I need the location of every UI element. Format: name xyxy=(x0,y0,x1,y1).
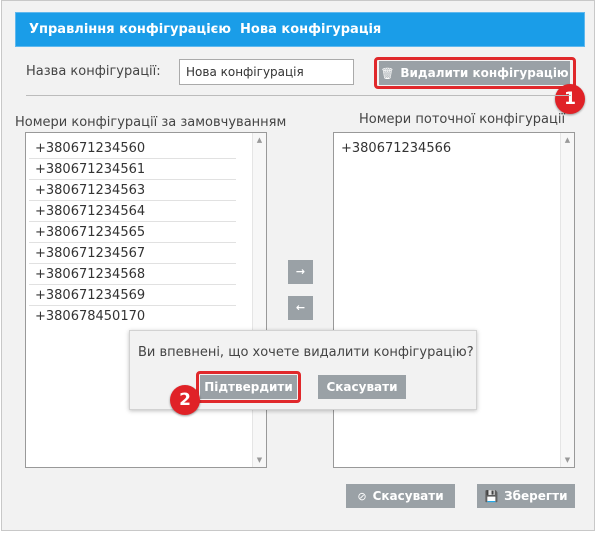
list-item[interactable]: +380671234568 xyxy=(29,264,236,285)
list-item[interactable]: +380671234565 xyxy=(29,222,236,243)
current-numbers-list[interactable]: +380671234566 ▲ ▼ xyxy=(333,132,575,468)
list-item[interactable]: +380671234560 xyxy=(29,138,236,159)
current-list-scrollbar[interactable]: ▲ ▼ xyxy=(560,133,574,467)
list-item[interactable]: +380678450170 xyxy=(29,306,236,327)
current-list-title: Номери поточної конфігурації xyxy=(359,112,566,127)
move-left-button[interactable]: ← xyxy=(288,296,313,320)
step-badge-2: 2 xyxy=(170,385,200,415)
cancel-circle-icon: ⊘ xyxy=(357,490,367,503)
scroll-up-icon[interactable]: ▲ xyxy=(561,136,574,144)
config-name-label: Назва конфігурації: xyxy=(26,64,161,79)
save-button[interactable]: 💾 Зберегти xyxy=(477,484,575,508)
save-label: Зберегти xyxy=(504,489,568,503)
dialog-message: Ви впевнені, що хочете видалити конфігур… xyxy=(138,345,474,360)
step-badge-1: 1 xyxy=(555,84,585,114)
config-name-input[interactable] xyxy=(179,59,354,85)
cancel-button[interactable]: ⊘ Скасувати xyxy=(346,484,455,508)
list-item[interactable]: +380671234566 xyxy=(335,138,542,159)
list-item[interactable]: +380671234561 xyxy=(29,159,236,180)
list-item[interactable]: +380671234569 xyxy=(29,285,236,306)
cancel-label: Скасувати xyxy=(372,489,444,503)
delete-highlight xyxy=(374,57,576,89)
default-list-title: Номери конфігурації за замовчуванням xyxy=(15,115,287,130)
default-list-scrollbar[interactable]: ▲ ▼ xyxy=(252,133,266,467)
floppy-disk-icon: 💾 xyxy=(484,490,499,503)
scroll-down-icon[interactable]: ▼ xyxy=(253,456,266,464)
list-item[interactable]: +380671234567 xyxy=(29,243,236,264)
confirm-highlight xyxy=(196,371,301,403)
divider xyxy=(26,95,571,96)
scroll-up-icon[interactable]: ▲ xyxy=(253,136,266,144)
panel-header: Управління конфігурацією Нова конфігурац… xyxy=(15,12,585,47)
list-item[interactable]: +380671234564 xyxy=(29,201,236,222)
dialog-cancel-button[interactable]: Скасувати xyxy=(318,375,406,399)
move-right-button[interactable]: → xyxy=(288,260,313,284)
scroll-down-icon[interactable]: ▼ xyxy=(561,456,574,464)
default-numbers-list[interactable]: +380671234560 +380671234561 +38067123456… xyxy=(25,132,267,468)
list-item[interactable]: +380671234563 xyxy=(29,180,236,201)
